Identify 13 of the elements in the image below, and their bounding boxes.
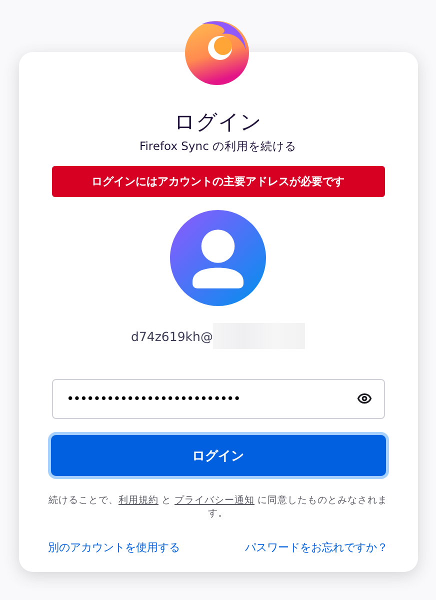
privacy-link[interactable]: プライバシー通知 [174,495,254,506]
show-password-icon[interactable] [356,391,372,406]
subtitle: Firefox Sync の利用を続ける [139,139,297,154]
email-text: d74z619kh@ [131,328,213,344]
avatar-icon [169,209,267,307]
other-account-link[interactable]: 別のアカウントを使用する [48,540,180,555]
terms-text: 続けることで、利用規約 と プライバシー通知 に同意したものとみなされます。 [48,494,388,520]
error-banner: ログインにはアカウントの主要アドレスが必要です [52,166,384,197]
forgot-password-link[interactable]: パスワードをお忘れですか？ [245,540,388,555]
password-field[interactable]: •••••••••••••••••••••••••• [52,379,384,419]
terms-link[interactable]: 利用規約 [118,495,158,506]
login-button[interactable]: ログイン [50,435,386,476]
page-title: ログイン [174,109,262,136]
